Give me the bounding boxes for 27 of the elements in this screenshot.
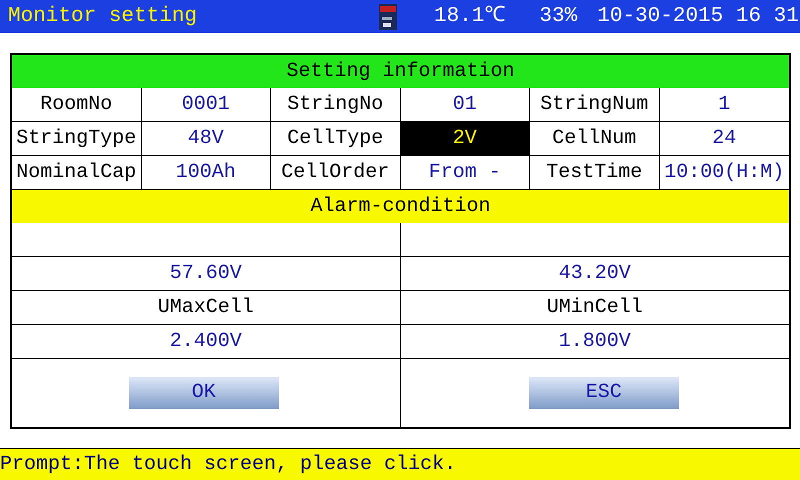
value-cell: 2.400V [12, 325, 400, 359]
value-cell: 57.60V [12, 257, 400, 291]
temperature-text: 18.1℃ [434, 4, 506, 30]
humidity-text: 33% [539, 4, 578, 30]
prompt-text: Prompt:The touch screen, please click. [0, 452, 456, 478]
field-label: CellNum [530, 122, 660, 156]
value-cell[interactable]: 1 [660, 88, 789, 122]
field-label: StringNum [530, 88, 660, 122]
value-cell: 43.20V [400, 257, 789, 291]
field-label: UMinCell [400, 291, 789, 325]
field-label: StringNo [271, 88, 400, 122]
value-cell[interactable]: 2V [400, 122, 530, 156]
escape-button[interactable]: ESC [528, 377, 679, 409]
field-label: StringType [12, 122, 142, 156]
value-cell: 1.800V [400, 325, 789, 359]
window-title: Monitor setting [8, 4, 198, 30]
value-cell[interactable]: 48V [142, 122, 271, 156]
field-label: CellType [271, 122, 400, 156]
field-label: UMaxCell [12, 291, 400, 325]
field-label: RoomNo [12, 88, 142, 122]
value-cell[interactable]: 24 [660, 122, 789, 156]
section-header: Setting information [12, 55, 789, 88]
section-header: Alarm-condition [12, 190, 789, 223]
sd-card-icon [378, 2, 398, 30]
value-cell[interactable]: 0001 [142, 88, 271, 122]
ok-button[interactable]: OK [128, 377, 279, 409]
datetime-text: 10-30-2015 16 31 [597, 4, 799, 30]
